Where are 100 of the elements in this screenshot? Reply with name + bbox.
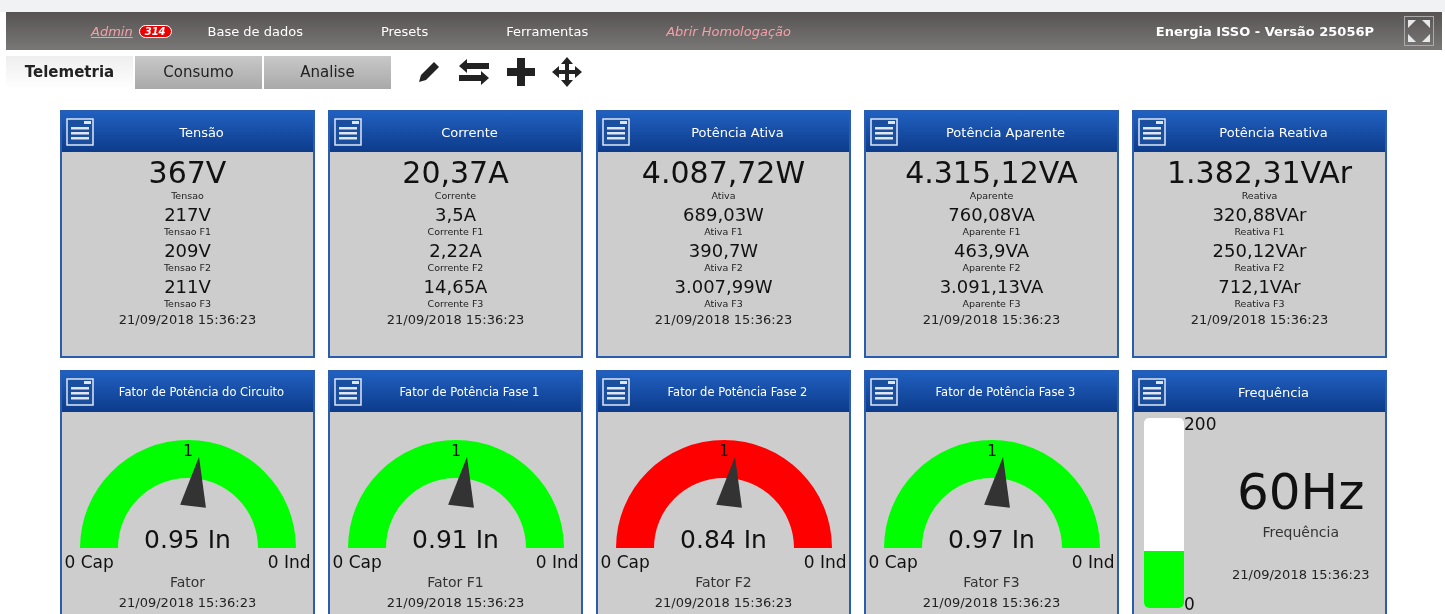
list-window-icon[interactable]	[870, 378, 898, 406]
card-title: Fator de Potência do Circuito	[117, 385, 286, 399]
list-window-icon[interactable]	[66, 118, 94, 146]
list-window-icon[interactable]	[602, 118, 630, 146]
gauge-min-label: 0 Cap	[64, 552, 114, 572]
timestamp: 21/09/2018 15:36:23	[922, 311, 1061, 329]
list-window-icon[interactable]	[334, 118, 362, 146]
phase-value: 390,7W	[688, 240, 759, 262]
gauge-caption: Fator F1	[427, 573, 484, 592]
value-label: Reativa F3	[1234, 298, 1285, 309]
scale-min-label: 0	[1184, 594, 1196, 614]
card-title: Fator de Potência Fase 3	[934, 385, 1077, 399]
main-value: 20,37A	[402, 156, 509, 190]
phase-value: 209V	[164, 240, 211, 262]
gauge-needle	[179, 456, 206, 508]
main-value: 4.315,12VA	[905, 156, 1078, 190]
gauge-min-label: 0 Cap	[332, 552, 382, 572]
timestamp: 21/09/2018 15:36:23	[118, 311, 257, 329]
phase-value: 211V	[164, 276, 211, 298]
gauge-peak-label: 1	[182, 441, 193, 460]
value-label: Tensao	[171, 190, 204, 201]
phase-value: 14,65A	[423, 276, 488, 298]
frequency-value: 60Hz	[1237, 462, 1365, 522]
list-window-icon[interactable]	[602, 378, 630, 406]
main-value: 1.382,31VAr	[1166, 156, 1353, 190]
list-window-icon[interactable]	[66, 378, 94, 406]
value-label: Corrente F1	[427, 226, 484, 237]
tab[interactable]: Analise	[264, 55, 391, 89]
card-title: Potência Ativa	[690, 124, 785, 140]
move-icon[interactable]	[551, 56, 583, 88]
value-label: Aparente F1	[962, 226, 1021, 237]
value-label: Tensao F3	[163, 298, 212, 309]
card-title: Tensão	[178, 124, 225, 140]
value-label: Tensao F2	[163, 262, 212, 273]
phase-value: 250,12VAr	[1212, 240, 1307, 262]
gauge-max-label: 0 Ind	[267, 552, 311, 572]
nav-menu-item[interactable]: Ferramentas	[506, 23, 589, 39]
timestamp: 21/09/2018 15:36:23	[386, 594, 525, 612]
card-title: Potência Reativa	[1218, 124, 1329, 140]
gauge-max-label: 0 Ind	[1071, 552, 1115, 572]
value-label: Ativa F2	[704, 262, 743, 273]
timestamp: 21/09/2018 15:36:23	[1232, 566, 1370, 584]
gauge-value: 0.97 In	[948, 525, 1035, 554]
value-label: Reativa F2	[1234, 262, 1285, 273]
timestamp: 21/09/2018 15:36:23	[922, 594, 1061, 612]
gauge-max-label: 0 Ind	[535, 552, 579, 572]
value-label: Ativa F3	[704, 298, 743, 309]
swap-arrows-icon[interactable]	[457, 57, 491, 87]
gauge-caption: Fator F2	[695, 573, 752, 592]
phase-value: 463,9VA	[954, 240, 1029, 262]
value-label: Reativa	[1241, 190, 1278, 201]
card-title: Corrente	[440, 124, 499, 140]
value-label: Corrente	[434, 190, 477, 201]
value-label: Aparente F2	[962, 262, 1021, 273]
list-window-icon[interactable]	[334, 378, 362, 406]
list-window-icon[interactable]	[870, 118, 898, 146]
gauge-min-label: 0 Cap	[868, 552, 918, 572]
list-window-icon[interactable]	[1138, 378, 1166, 406]
gauge-needle	[715, 456, 742, 508]
gauge-peak-label: 1	[986, 441, 997, 460]
value-label: Aparente F3	[962, 298, 1021, 309]
phase-value: 760,08VA	[948, 204, 1035, 226]
gauge-peak-label: 1	[718, 441, 729, 460]
value-label: Corrente F3	[427, 298, 484, 309]
gauge-caption: Fator	[169, 573, 206, 592]
scale-max-label: 200	[1184, 414, 1217, 434]
gauge-needle	[983, 456, 1010, 508]
nav-link[interactable]: Abrir Homologação	[666, 23, 791, 39]
value-label: Aparente	[969, 190, 1014, 201]
card-title: Potência Aparente	[945, 124, 1066, 140]
fullscreen-icon[interactable]	[1404, 16, 1434, 46]
timestamp: 21/09/2018 15:36:23	[654, 311, 793, 329]
main-value: 367V	[148, 156, 227, 190]
phase-value: 3.091,13VA	[939, 276, 1044, 298]
nav-menu-item[interactable]: Presets	[380, 23, 429, 39]
phase-value: 2,22A	[429, 240, 482, 262]
nav-menu-item[interactable]: Base de dados	[207, 23, 303, 39]
card-title: Fator de Potência Fase 1	[398, 385, 541, 399]
phase-value: 3,5A	[435, 204, 476, 226]
frequency-caption: Frequência	[1262, 523, 1339, 542]
timestamp: 21/09/2018 15:36:23	[1190, 311, 1329, 329]
gauge-min-label: 0 Cap	[600, 552, 650, 572]
gauge-peak-label: 1	[450, 441, 461, 460]
list-window-icon[interactable]	[1138, 118, 1166, 146]
timestamp: 21/09/2018 15:36:23	[654, 594, 793, 612]
phase-value: 217V	[164, 204, 211, 226]
main-value: 4.087,72W	[641, 156, 806, 190]
value-label: Reativa F1	[1234, 226, 1285, 237]
phase-value: 689,03W	[683, 204, 764, 226]
app-title: Energia ISSO - Versão 25056P	[1155, 23, 1374, 39]
gauge-value: 0.95 In	[144, 525, 231, 554]
value-label: Tensao F1	[163, 226, 212, 237]
gauge-needle	[447, 456, 474, 508]
timestamp: 21/09/2018 15:36:23	[118, 594, 257, 612]
gauge-value: 0.91 In	[412, 525, 499, 554]
plus-icon[interactable]	[505, 56, 537, 88]
nav-link[interactable]: Admin	[91, 23, 133, 39]
phase-value: 712,1VAr	[1218, 276, 1301, 298]
tab[interactable]: Consumo	[135, 55, 262, 89]
notification-badge: 314	[138, 24, 172, 38]
